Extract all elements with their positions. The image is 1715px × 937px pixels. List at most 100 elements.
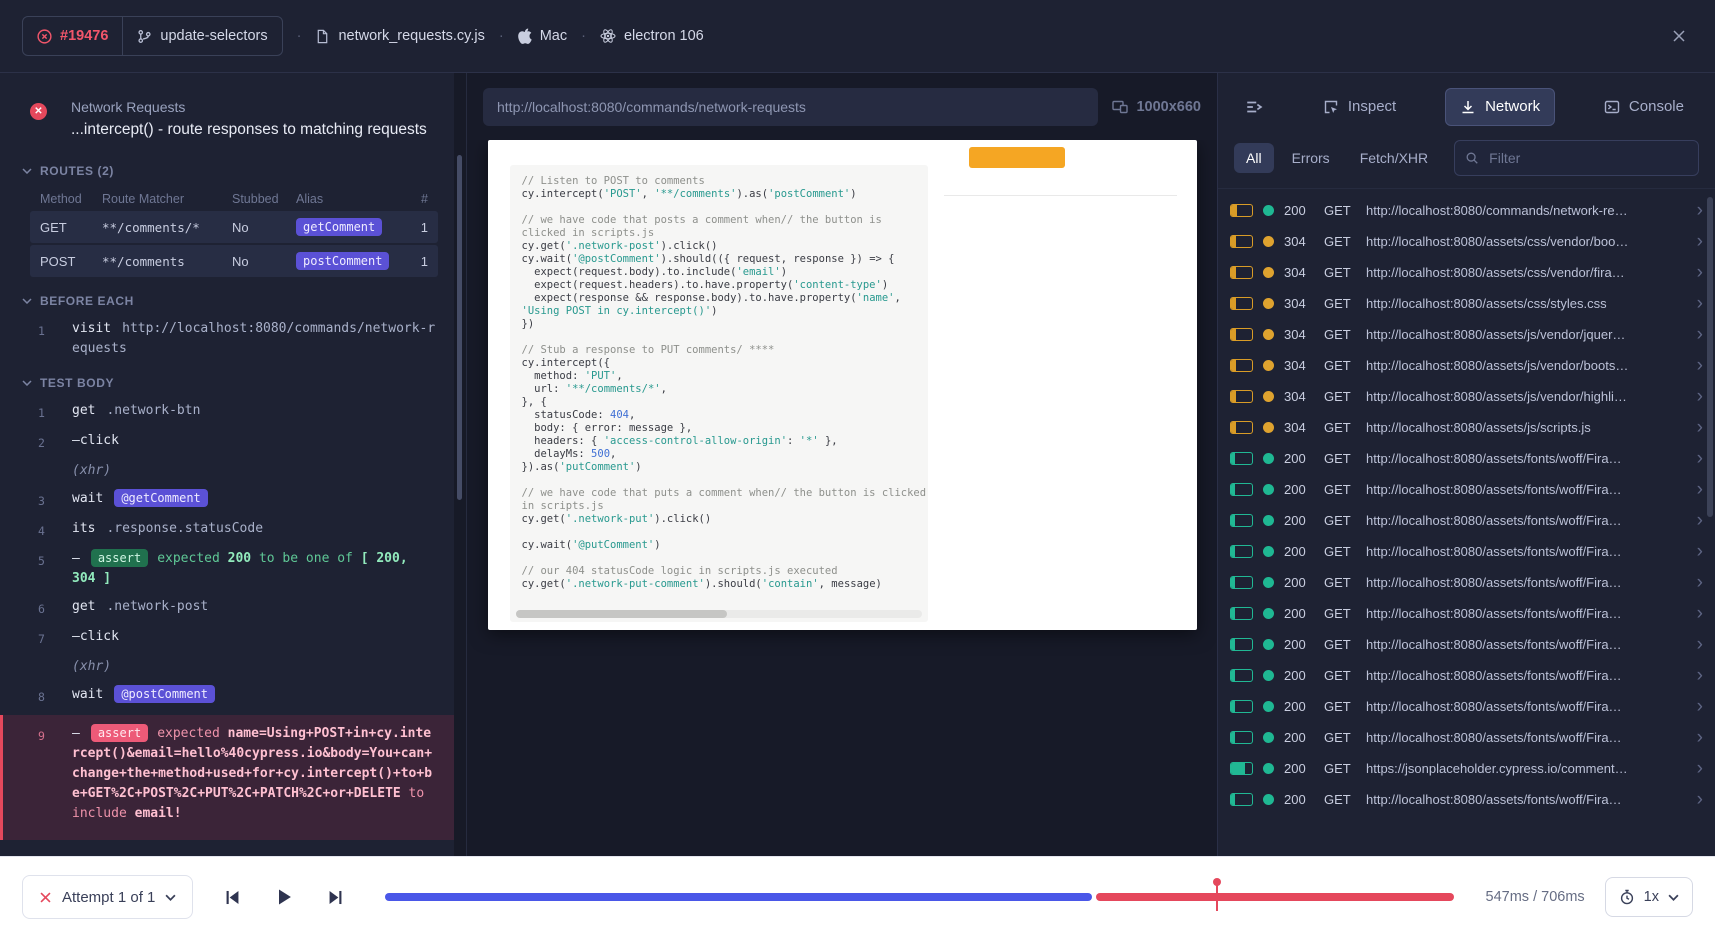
- code-scrollbar-thumb[interactable]: [516, 610, 727, 618]
- tab-fetch-xhr[interactable]: Fetch/XHR: [1348, 143, 1440, 173]
- network-request-row[interactable]: 200GEThttp://localhost:8080/assets/fonts…: [1218, 691, 1715, 722]
- run-number[interactable]: #19476: [23, 17, 122, 55]
- alias-badge: postComment: [296, 252, 389, 270]
- column-route-matcher: Route Matcher: [102, 192, 232, 206]
- network-request-row[interactable]: 200GEThttp://localhost:8080/assets/fonts…: [1218, 536, 1715, 567]
- code-line: // we have code that posts a comment whe…: [522, 214, 916, 227]
- aut-orange-button[interactable]: [969, 147, 1065, 168]
- status-dot: [1263, 670, 1274, 681]
- waterfall-fill: [1231, 329, 1236, 340]
- routes-section-toggle[interactable]: ROUTES (2): [0, 155, 454, 185]
- code-line: cy.intercept('POST', '**/comments').as('…: [522, 188, 916, 201]
- chevron-down-icon: [1668, 894, 1679, 901]
- alias-reference-badge: @postComment: [114, 685, 215, 703]
- request-method: GET: [1324, 234, 1356, 249]
- playback-speed-selector[interactable]: 1x: [1605, 877, 1693, 917]
- network-request-row[interactable]: 200GEThttp://localhost:8080/assets/fonts…: [1218, 567, 1715, 598]
- timeline-playhead[interactable]: [1216, 881, 1218, 911]
- chevron-right-icon: ›: [1697, 759, 1703, 778]
- request-url: http://localhost:8080/assets/fonts/woff/…: [1366, 544, 1687, 559]
- test-body-toggle[interactable]: TEST BODY: [0, 367, 454, 397]
- command-row[interactable]: 7–click: [0, 623, 454, 653]
- skip-forward-button[interactable]: [322, 884, 349, 911]
- spec-file[interactable]: network_requests.cy.js: [315, 28, 484, 44]
- routes-table-header: Method Route Matcher Stubbed Alias #: [30, 187, 438, 211]
- close-button[interactable]: [1665, 22, 1693, 50]
- panel-toggle-button[interactable]: [1234, 88, 1274, 126]
- chevron-right-icon: ›: [1697, 573, 1703, 592]
- request-url: http://localhost:8080/assets/css/vendor/…: [1366, 265, 1687, 280]
- command-row[interactable]: 8wait@postComment: [0, 681, 454, 711]
- skip-back-button[interactable]: [219, 884, 246, 911]
- tab-all[interactable]: All: [1234, 143, 1274, 173]
- console-button[interactable]: Console: [1589, 88, 1699, 126]
- play-button[interactable]: [270, 883, 298, 911]
- status-dot: [1263, 298, 1274, 309]
- command-row[interactable]: 1visithttp://localhost:8080/commands/net…: [0, 315, 454, 363]
- chevron-down-icon: [22, 168, 32, 174]
- code-horizontal-scrollbar[interactable]: [516, 610, 922, 618]
- timeline-scrubber[interactable]: [385, 893, 1455, 901]
- inspect-button[interactable]: Inspect: [1308, 88, 1411, 126]
- before-each-toggle[interactable]: BEFORE EACH: [0, 285, 454, 315]
- request-url: http://localhost:8080/assets/fonts/woff/…: [1366, 730, 1687, 745]
- command-row[interactable]: (xhr): [0, 653, 454, 681]
- aut-url-bar[interactable]: http://localhost:8080/commands/network-r…: [483, 88, 1098, 126]
- command-name: get: [72, 403, 95, 418]
- network-request-row[interactable]: 200GEThttp://localhost:8080/assets/fonts…: [1218, 660, 1715, 691]
- filter-input[interactable]: [1487, 149, 1688, 167]
- command-row[interactable]: 1get.network-btn: [0, 397, 454, 427]
- status-dot: [1263, 639, 1274, 650]
- request-url: http://localhost:8080/commands/network-r…: [1366, 203, 1687, 218]
- network-request-row[interactable]: 304GEThttp://localhost:8080/assets/css/s…: [1218, 288, 1715, 319]
- network-request-list-container: 200 GET http://localhost:8080/commands/net…: [1218, 188, 1715, 856]
- network-request-row[interactable]: 200GEThttp://localhost:8080/assets/fonts…: [1218, 784, 1715, 815]
- devtools-scrollbar-thumb[interactable]: [1707, 197, 1713, 517]
- network-request-row[interactable]: 304GEThttp://localhost:8080/assets/css/v…: [1218, 257, 1715, 288]
- command-row[interactable]: 4its.response.statusCode: [0, 515, 454, 545]
- status-dot: [1263, 453, 1274, 464]
- chevron-right-icon: ›: [1697, 697, 1703, 716]
- sidebar-scrollbar-thumb[interactable]: [457, 155, 462, 500]
- request-method: GET: [1324, 296, 1356, 311]
- command-row[interactable]: 3wait@getComment: [0, 485, 454, 515]
- devtools-scrollbar[interactable]: [1707, 197, 1713, 852]
- command-dash: –: [72, 726, 80, 741]
- command-row[interactable]: 9–assertexpected name=Using+POST+in+cy.i…: [0, 715, 454, 840]
- command-row[interactable]: (xhr): [0, 457, 454, 485]
- branch-selector[interactable]: update-selectors: [123, 17, 281, 55]
- request-method: GET: [1324, 482, 1356, 497]
- attempt-selector[interactable]: Attempt 1 of 1: [22, 875, 193, 919]
- status-dot: [1263, 577, 1274, 588]
- network-request-row[interactable]: 200GEThttp://localhost:8080/assets/fonts…: [1218, 443, 1715, 474]
- network-request-row[interactable]: 200GEThttp://localhost:8080/assets/fonts…: [1218, 722, 1715, 753]
- route-row[interactable]: POST**/commentsNopostComment1: [30, 245, 438, 277]
- route-row[interactable]: GET**/comments/*NogetComment1: [30, 211, 438, 243]
- request-method: GET: [1324, 513, 1356, 528]
- request-status: 200: [1284, 699, 1314, 714]
- waterfall-bar: [1230, 514, 1253, 527]
- network-request-row[interactable]: 304GEThttp://localhost:8080/assets/js/ve…: [1218, 350, 1715, 381]
- network-request-row[interactable]: 200GEThttp://localhost:8080/assets/fonts…: [1218, 598, 1715, 629]
- network-request-row[interactable]: 304GEThttp://localhost:8080/assets/css/v…: [1218, 226, 1715, 257]
- network-request-row[interactable]: 200GEThttp://localhost:8080/assets/fonts…: [1218, 629, 1715, 660]
- request-method: GET: [1324, 730, 1356, 745]
- request-url: https://jsonplaceholder.cypress.io/comme…: [1366, 761, 1687, 776]
- network-request-row[interactable]: 304GEThttp://localhost:8080/assets/js/ve…: [1218, 381, 1715, 412]
- network-request-row[interactable]: 200GEThttp://localhost:8080/assets/fonts…: [1218, 505, 1715, 536]
- command-row[interactable]: 2–click: [0, 427, 454, 457]
- network-request-row[interactable]: 200GEThttps://jsonplaceholder.cypress.io…: [1218, 753, 1715, 784]
- spec-file-icon: [315, 29, 330, 44]
- network-button[interactable]: Network: [1445, 88, 1555, 126]
- code-line: cy.intercept({: [522, 357, 916, 370]
- command-row[interactable]: 5–assertexpected 200 to be one of [ 200,…: [0, 545, 454, 593]
- command-row[interactable]: 6get.network-post: [0, 593, 454, 623]
- network-request-row[interactable]: 200GEThttp://localhost:8080/assets/fonts…: [1218, 474, 1715, 505]
- network-request-row[interactable]: 304GEThttp://localhost:8080/assets/js/ve…: [1218, 319, 1715, 350]
- tab-errors[interactable]: Errors: [1280, 143, 1342, 173]
- request-url: http://localhost:8080/assets/fonts/woff/…: [1366, 668, 1687, 683]
- waterfall-fill: [1231, 639, 1235, 650]
- network-request-row[interactable]: 200GEThttp://localhost:8080/commands/net…: [1218, 195, 1715, 226]
- sidebar-scrollbar[interactable]: [454, 73, 466, 856]
- network-request-row[interactable]: 304GEThttp://localhost:8080/assets/js/sc…: [1218, 412, 1715, 443]
